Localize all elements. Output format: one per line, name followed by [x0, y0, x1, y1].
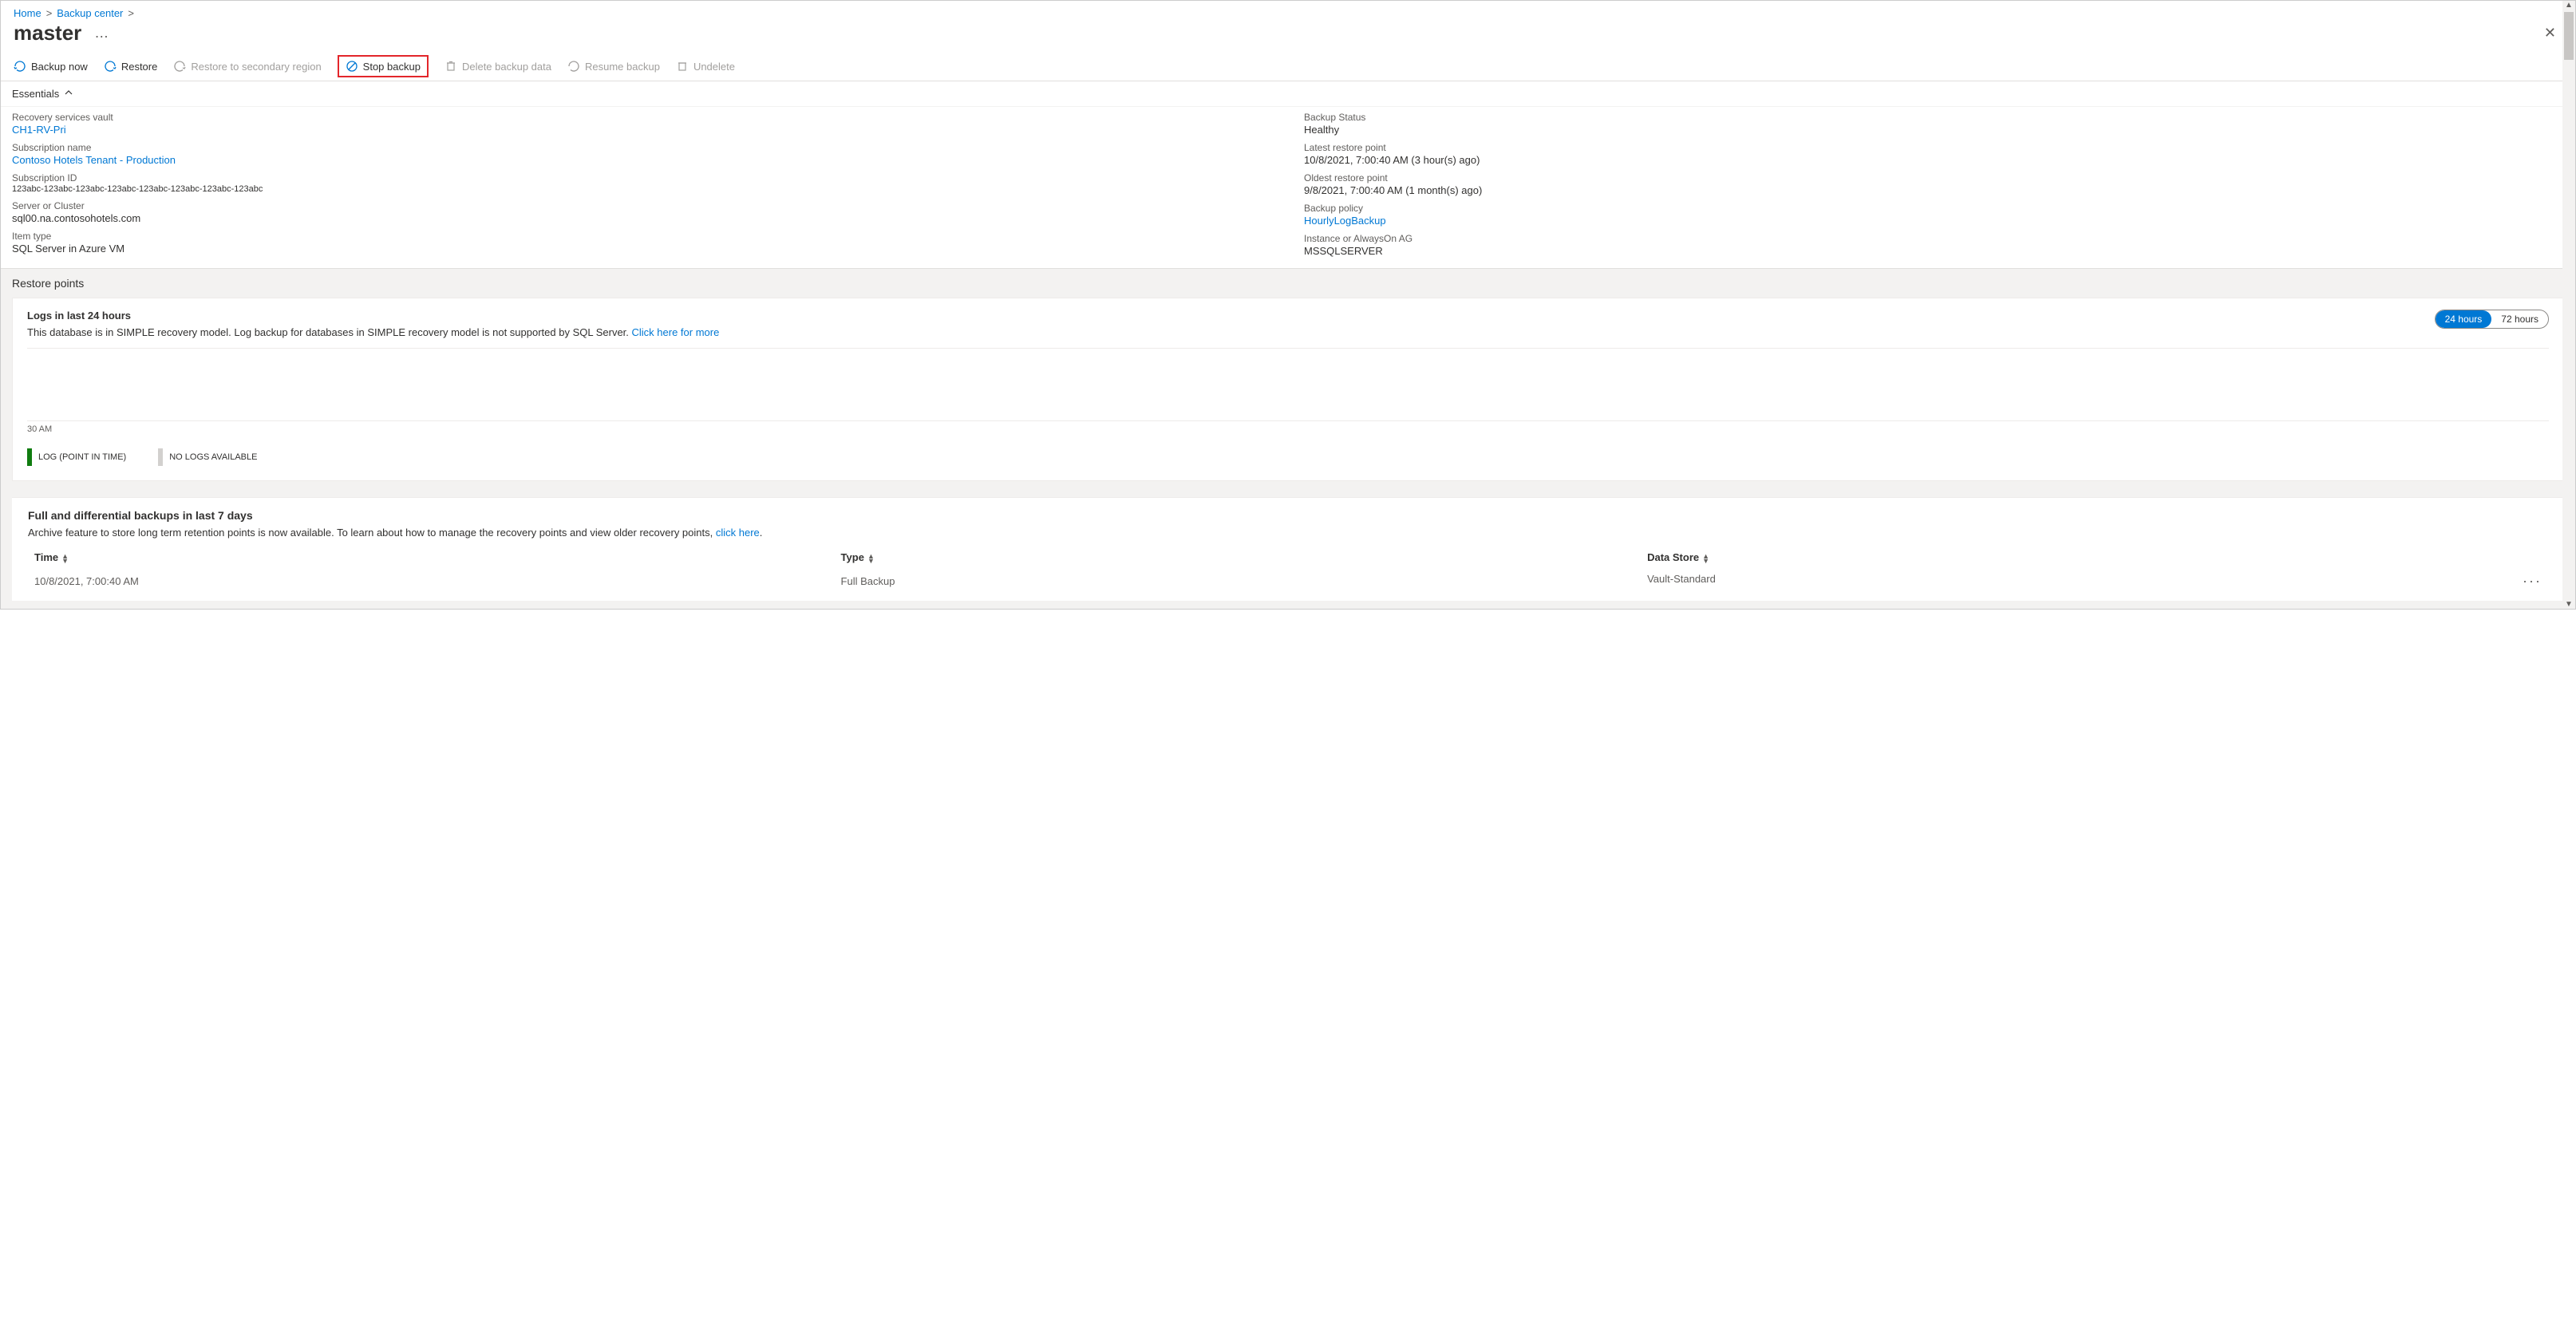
chevron-right-icon: >: [46, 7, 53, 19]
essentials-label: Instance or AlwaysOn AG: [1304, 233, 2564, 244]
resume-icon: [567, 60, 580, 73]
resume-backup-button: Resume backup: [567, 60, 660, 73]
essentials-label: Backup Status: [1304, 112, 2564, 123]
essentials-value: Contoso Hotels Tenant - Production: [12, 154, 1272, 166]
page-title: master: [14, 21, 81, 45]
delete-icon: [444, 60, 457, 73]
undelete-button: Undelete: [676, 60, 735, 73]
breadcrumb-backup-center[interactable]: Backup center: [57, 7, 123, 19]
cell-type: Full Backup: [835, 568, 1642, 594]
legend-no-logs: NO LOGS AVAILABLE: [158, 448, 257, 466]
restore-secondary-button: Restore to secondary region: [173, 60, 321, 73]
scroll-up-arrow[interactable]: ▲: [2562, 1, 2575, 10]
essentials-link[interactable]: Contoso Hotels Tenant - Production: [12, 154, 176, 166]
backups-table-link[interactable]: click here: [716, 527, 760, 539]
backups-table: Time▲▼ Type▲▼ Data Store▲▼ 10/8/2021, 7:…: [28, 547, 2548, 594]
sort-icon: ▲▼: [1702, 554, 1709, 563]
legend-log-point-in-time: LOG (POINT IN TIME): [27, 448, 126, 466]
col-header-time[interactable]: Time▲▼: [28, 547, 835, 568]
toolbar-label: Restore to secondary region: [191, 61, 321, 73]
chart-axis-label: 30 AM: [27, 424, 2549, 434]
essentials-row: Subscription ID123abc-123abc-123abc-123a…: [12, 172, 1272, 194]
stop-icon: [346, 60, 358, 73]
backup-now-button[interactable]: Backup now: [14, 60, 88, 73]
essentials-link[interactable]: CH1-RV-Pri: [12, 124, 66, 136]
sort-icon: ▲▼: [867, 554, 875, 563]
cell-datastore: Vault-Standard···: [1641, 568, 2548, 594]
essentials-toggle[interactable]: Essentials: [1, 81, 2575, 107]
breadcrumb-home[interactable]: Home: [14, 7, 41, 19]
table-row[interactable]: 10/8/2021, 7:00:40 AMFull BackupVault-St…: [28, 568, 2548, 594]
cell-time: 10/8/2021, 7:00:40 AM: [28, 568, 835, 594]
stop-backup-button[interactable]: Stop backup: [338, 55, 429, 77]
essentials-row: Instance or AlwaysOn AGMSSQLSERVER: [1304, 233, 2564, 257]
toolbar-label: Backup now: [31, 61, 88, 73]
essentials-row: Latest restore point10/8/2021, 7:00:40 A…: [1304, 142, 2564, 166]
toolbar-label: Resume backup: [585, 61, 660, 73]
scroll-down-arrow[interactable]: ▼: [2562, 600, 2575, 609]
backups-table-desc: Archive feature to store long term reten…: [28, 527, 2548, 539]
essentials-value: CH1-RV-Pri: [12, 124, 1272, 136]
backups-table-title: Full and differential backups in last 7 …: [28, 509, 2548, 522]
essentials-value: MSSQLSERVER: [1304, 245, 2564, 257]
essentials-value: 9/8/2021, 7:00:40 AM (1 month(s) ago): [1304, 184, 2564, 196]
toolbar: Backup now Restore Restore to secondary …: [1, 53, 2575, 81]
essentials-row: Oldest restore point9/8/2021, 7:00:40 AM…: [1304, 172, 2564, 196]
restore-secondary-icon: [173, 60, 186, 73]
restore-points-title: Restore points: [12, 277, 2564, 290]
toolbar-label: Delete backup data: [462, 61, 551, 73]
toolbar-label: Stop backup: [363, 61, 421, 73]
more-actions-icon[interactable]: …: [94, 25, 109, 41]
essentials-label: Essentials: [12, 88, 59, 100]
essentials-row: Backup StatusHealthy: [1304, 112, 2564, 136]
essentials-value: Healthy: [1304, 124, 2564, 136]
undelete-icon: [676, 60, 689, 73]
essentials-value: 123abc-123abc-123abc-123abc-123abc-123ab…: [12, 184, 1272, 194]
col-header-datastore[interactable]: Data Store▲▼: [1641, 547, 2548, 568]
essentials-body: Recovery services vaultCH1-RV-Pri Subscri…: [1, 107, 2575, 269]
essentials-value: 10/8/2021, 7:00:40 AM (3 hour(s) ago): [1304, 154, 2564, 166]
logs-card-desc: This database is in SIMPLE recovery mode…: [27, 326, 2435, 338]
toolbar-label: Undelete: [693, 61, 735, 73]
essentials-row: Subscription nameContoso Hotels Tenant -…: [12, 142, 1272, 166]
breadcrumb: Home > Backup center >: [1, 1, 2575, 21]
logs-learn-more-link[interactable]: Click here for more: [632, 326, 720, 338]
vertical-scrollbar[interactable]: ▲ ▼: [2562, 1, 2575, 609]
essentials-label: Latest restore point: [1304, 142, 2564, 153]
essentials-label: Oldest restore point: [1304, 172, 2564, 184]
toggle-72-hours[interactable]: 72 hours: [2491, 310, 2548, 328]
legend-swatch-grey: [158, 448, 163, 466]
chevron-up-icon: [64, 88, 73, 100]
backup-icon: [14, 60, 26, 73]
essentials-row: Backup policyHourlyLogBackup: [1304, 203, 2564, 227]
essentials-label: Server or Cluster: [12, 200, 1272, 211]
col-header-type[interactable]: Type▲▼: [835, 547, 1642, 568]
toggle-24-hours[interactable]: 24 hours: [2436, 310, 2492, 328]
essentials-label: Subscription name: [12, 142, 1272, 153]
time-range-toggle[interactable]: 24 hours 72 hours: [2435, 310, 2549, 329]
essentials-label: Item type: [12, 231, 1272, 242]
essentials-label: Backup policy: [1304, 203, 2564, 214]
essentials-value: SQL Server in Azure VM: [12, 243, 1272, 255]
logs-card-title: Logs in last 24 hours: [27, 310, 2435, 322]
legend-swatch-green: [27, 448, 32, 466]
essentials-row: Recovery services vaultCH1-RV-Pri: [12, 112, 1272, 136]
essentials-label: Recovery services vault: [12, 112, 1272, 123]
sort-icon: ▲▼: [61, 554, 69, 563]
toolbar-label: Restore: [121, 61, 158, 73]
chevron-right-icon: >: [128, 7, 134, 19]
essentials-row: Server or Clustersql00.na.contosohotels.…: [12, 200, 1272, 224]
essentials-value: sql00.na.contosohotels.com: [12, 212, 1272, 224]
essentials-label: Subscription ID: [12, 172, 1272, 184]
restore-icon: [104, 60, 117, 73]
scroll-thumb[interactable]: [2564, 12, 2574, 60]
close-icon[interactable]: ✕: [2538, 22, 2562, 45]
restore-button[interactable]: Restore: [104, 60, 158, 73]
essentials-row: Item typeSQL Server in Azure VM: [12, 231, 1272, 255]
row-menu-icon[interactable]: ···: [2523, 573, 2542, 590]
essentials-value: HourlyLogBackup: [1304, 215, 2564, 227]
essentials-link[interactable]: HourlyLogBackup: [1304, 215, 1386, 227]
delete-backup-data-button: Delete backup data: [444, 60, 551, 73]
